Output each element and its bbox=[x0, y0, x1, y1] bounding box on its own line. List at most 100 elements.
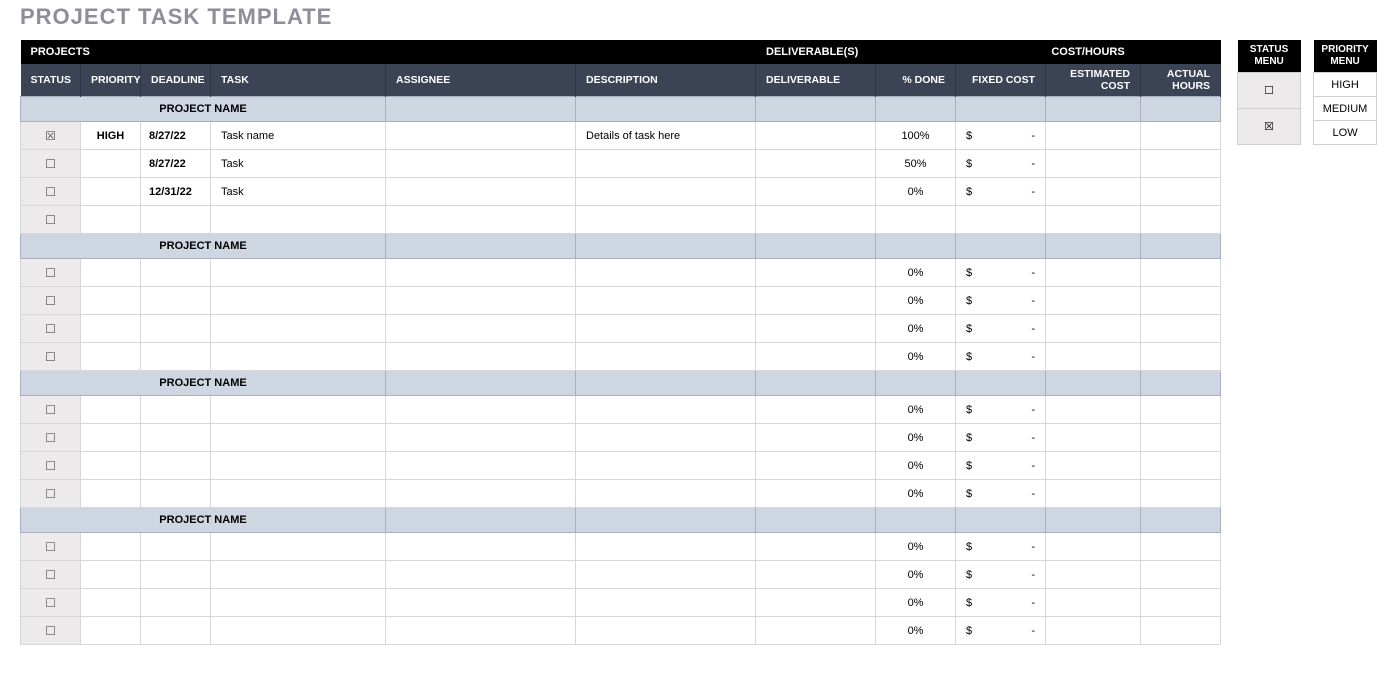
deadline-cell[interactable] bbox=[141, 287, 211, 315]
status-checkbox[interactable]: ☐ bbox=[21, 315, 81, 343]
assignee-cell[interactable] bbox=[386, 396, 576, 424]
estimatedcost-cell[interactable] bbox=[1046, 287, 1141, 315]
priority-cell[interactable] bbox=[81, 315, 141, 343]
pctdone-cell[interactable]: 0% bbox=[876, 589, 956, 617]
fixedcost-cell[interactable]: $- bbox=[956, 533, 1046, 561]
actualhours-cell[interactable] bbox=[1141, 122, 1221, 150]
deadline-cell[interactable] bbox=[141, 617, 211, 645]
estimatedcost-cell[interactable] bbox=[1046, 396, 1141, 424]
description-cell[interactable] bbox=[576, 424, 756, 452]
actualhours-cell[interactable] bbox=[1141, 561, 1221, 589]
task-cell[interactable] bbox=[211, 589, 386, 617]
fixedcost-cell[interactable]: $- bbox=[956, 287, 1046, 315]
deliverable-cell[interactable] bbox=[756, 561, 876, 589]
description-cell[interactable] bbox=[576, 315, 756, 343]
status-checkbox[interactable]: ☐ bbox=[21, 150, 81, 178]
fixedcost-cell[interactable]: $- bbox=[956, 617, 1046, 645]
fixedcost-cell[interactable]: $- bbox=[956, 122, 1046, 150]
actualhours-cell[interactable] bbox=[1141, 533, 1221, 561]
project-name[interactable]: PROJECT NAME bbox=[21, 234, 386, 259]
deliverable-cell[interactable] bbox=[756, 178, 876, 206]
deliverable-cell[interactable] bbox=[756, 533, 876, 561]
deliverable-cell[interactable] bbox=[756, 150, 876, 178]
task-cell[interactable] bbox=[211, 396, 386, 424]
fixedcost-cell[interactable]: $- bbox=[956, 343, 1046, 371]
deadline-cell[interactable] bbox=[141, 315, 211, 343]
deadline-cell[interactable] bbox=[141, 206, 211, 234]
assignee-cell[interactable] bbox=[386, 122, 576, 150]
assignee-cell[interactable] bbox=[386, 206, 576, 234]
task-cell[interactable] bbox=[211, 206, 386, 234]
estimatedcost-cell[interactable] bbox=[1046, 206, 1141, 234]
fixedcost-cell[interactable]: $- bbox=[956, 561, 1046, 589]
priority-cell[interactable] bbox=[81, 561, 141, 589]
actualhours-cell[interactable] bbox=[1141, 424, 1221, 452]
pctdone-cell[interactable]: 0% bbox=[876, 533, 956, 561]
deadline-cell[interactable] bbox=[141, 343, 211, 371]
description-cell[interactable] bbox=[576, 343, 756, 371]
status-checkbox[interactable]: ☐ bbox=[21, 480, 81, 508]
estimatedcost-cell[interactable] bbox=[1046, 424, 1141, 452]
deliverable-cell[interactable] bbox=[756, 589, 876, 617]
priority-cell[interactable] bbox=[81, 287, 141, 315]
status-checkbox[interactable]: ☐ bbox=[21, 206, 81, 234]
fixedcost-cell[interactable]: $- bbox=[956, 480, 1046, 508]
task-cell[interactable] bbox=[211, 452, 386, 480]
estimatedcost-cell[interactable] bbox=[1046, 343, 1141, 371]
fixedcost-cell[interactable]: $- bbox=[956, 424, 1046, 452]
status-checkbox[interactable]: ☐ bbox=[21, 452, 81, 480]
priority-cell[interactable] bbox=[81, 589, 141, 617]
deadline-cell[interactable] bbox=[141, 452, 211, 480]
priority-cell[interactable] bbox=[81, 206, 141, 234]
deadline-cell[interactable] bbox=[141, 396, 211, 424]
status-checkbox[interactable]: ☐ bbox=[21, 287, 81, 315]
description-cell[interactable] bbox=[576, 206, 756, 234]
pctdone-cell[interactable]: 0% bbox=[876, 178, 956, 206]
fixedcost-cell[interactable]: $- bbox=[956, 452, 1046, 480]
priority-cell[interactable] bbox=[81, 343, 141, 371]
estimatedcost-cell[interactable] bbox=[1046, 452, 1141, 480]
deliverable-cell[interactable] bbox=[756, 424, 876, 452]
actualhours-cell[interactable] bbox=[1141, 287, 1221, 315]
actualhours-cell[interactable] bbox=[1141, 315, 1221, 343]
priority-cell[interactable]: HIGH bbox=[81, 122, 141, 150]
actualhours-cell[interactable] bbox=[1141, 343, 1221, 371]
task-cell[interactable] bbox=[211, 424, 386, 452]
actualhours-cell[interactable] bbox=[1141, 589, 1221, 617]
deadline-cell[interactable] bbox=[141, 424, 211, 452]
task-cell[interactable]: Task bbox=[211, 178, 386, 206]
actualhours-cell[interactable] bbox=[1141, 150, 1221, 178]
task-cell[interactable] bbox=[211, 617, 386, 645]
status-checkbox[interactable]: ☒ bbox=[21, 122, 81, 150]
pctdone-cell[interactable]: 0% bbox=[876, 561, 956, 589]
fixedcost-cell[interactable]: $- bbox=[956, 315, 1046, 343]
description-cell[interactable] bbox=[576, 396, 756, 424]
task-cell[interactable] bbox=[211, 533, 386, 561]
pctdone-cell[interactable]: 0% bbox=[876, 480, 956, 508]
fixedcost-cell[interactable]: $- bbox=[956, 396, 1046, 424]
actualhours-cell[interactable] bbox=[1141, 178, 1221, 206]
estimatedcost-cell[interactable] bbox=[1046, 315, 1141, 343]
task-cell[interactable]: Task bbox=[211, 150, 386, 178]
priority-cell[interactable] bbox=[81, 424, 141, 452]
status-checkbox[interactable]: ☐ bbox=[21, 396, 81, 424]
actualhours-cell[interactable] bbox=[1141, 617, 1221, 645]
actualhours-cell[interactable] bbox=[1141, 396, 1221, 424]
pctdone-cell[interactable]: 0% bbox=[876, 259, 956, 287]
estimatedcost-cell[interactable] bbox=[1046, 259, 1141, 287]
status-menu-checked[interactable]: ☒ bbox=[1238, 109, 1301, 145]
priority-cell[interactable] bbox=[81, 178, 141, 206]
deadline-cell[interactable] bbox=[141, 561, 211, 589]
deadline-cell[interactable]: 8/27/22 bbox=[141, 150, 211, 178]
status-checkbox[interactable]: ☐ bbox=[21, 343, 81, 371]
pctdone-cell[interactable]: 0% bbox=[876, 315, 956, 343]
actualhours-cell[interactable] bbox=[1141, 452, 1221, 480]
estimatedcost-cell[interactable] bbox=[1046, 589, 1141, 617]
description-cell[interactable] bbox=[576, 259, 756, 287]
deadline-cell[interactable] bbox=[141, 480, 211, 508]
deliverable-cell[interactable] bbox=[756, 343, 876, 371]
description-cell[interactable] bbox=[576, 150, 756, 178]
assignee-cell[interactable] bbox=[386, 150, 576, 178]
assignee-cell[interactable] bbox=[386, 589, 576, 617]
deadline-cell[interactable] bbox=[141, 589, 211, 617]
